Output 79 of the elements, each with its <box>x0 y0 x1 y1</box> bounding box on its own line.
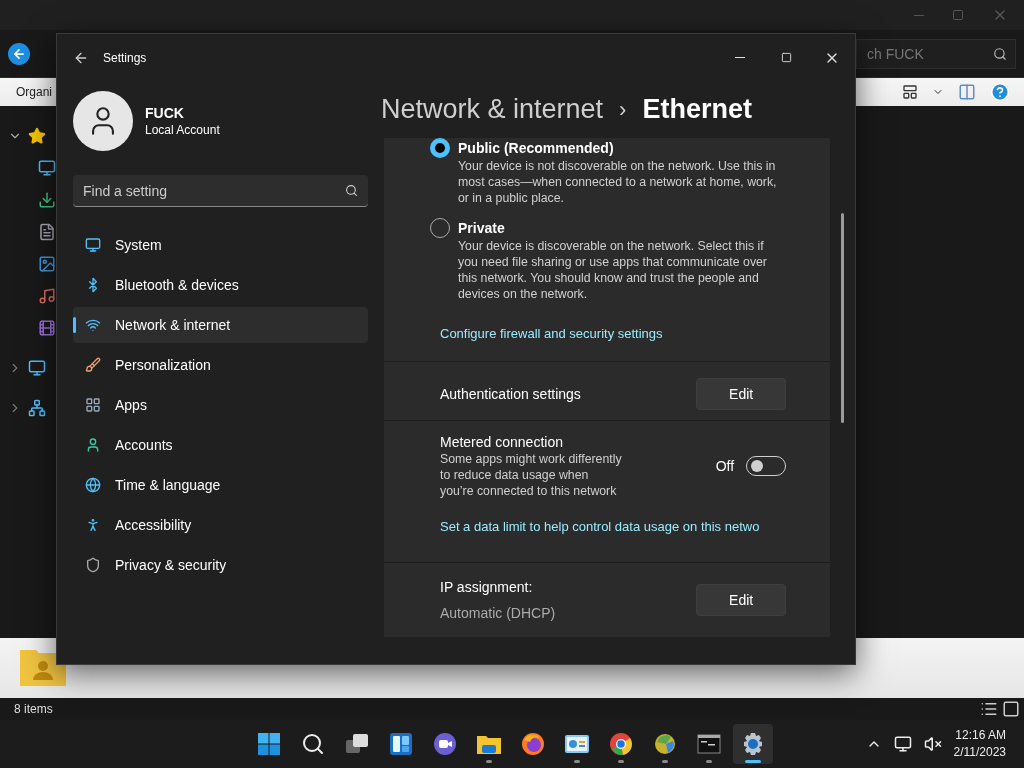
grid-icon <box>85 397 101 413</box>
taskbar-button[interactable] <box>733 724 773 764</box>
arrow-left-icon <box>12 46 26 61</box>
search-icon <box>301 732 325 756</box>
film-icon <box>38 319 56 337</box>
maximize-icon <box>780 52 792 63</box>
ball-icon <box>653 732 677 756</box>
back-button[interactable] <box>8 42 30 65</box>
radio-button[interactable] <box>430 138 450 158</box>
user-name: FUCK <box>145 105 185 121</box>
option-label: Private <box>458 219 506 238</box>
monitor-icon <box>28 359 46 377</box>
pane-icon[interactable] <box>958 83 976 101</box>
item-count: 8 items <box>14 702 53 716</box>
window-title: Settings <box>103 50 147 65</box>
user-folder-icon[interactable] <box>20 648 66 686</box>
nav-item[interactable]: Accounts <box>73 427 368 463</box>
help-icon[interactable] <box>990 82 1010 102</box>
option-description: Your device is discoverable on the network. Select this if you need file sharing or use apps that communicate over this network. You should know and trust the people and devices on the network. <box>458 238 768 302</box>
document-icon <box>38 223 56 241</box>
breadcrumb-separator: › <box>619 96 627 123</box>
person-icon <box>85 437 101 453</box>
setting-label: Authentication settings <box>440 386 581 402</box>
monitor-icon <box>85 237 101 253</box>
edit-button[interactable]: Edit <box>696 378 787 410</box>
option-description: Your device is not discoverable on the network. Use this in most cases—when connected to a network at home, work, or in a public place. <box>458 158 778 206</box>
star-icon <box>28 127 46 145</box>
large-icons-view-icon[interactable] <box>1002 700 1020 718</box>
firefox-icon <box>521 732 545 756</box>
search-field[interactable]: Find a setting <box>73 175 368 207</box>
chat-icon <box>433 732 457 756</box>
image-icon <box>38 255 56 273</box>
chrome-icon <box>609 732 633 756</box>
download-icon <box>38 191 56 209</box>
details-view-icon[interactable] <box>980 700 998 718</box>
view-icon[interactable] <box>902 84 918 100</box>
control-panel-icon <box>564 732 590 756</box>
nav-item[interactable]: Privacy & security <box>73 547 368 583</box>
music-icon <box>38 287 56 305</box>
accessibility-icon <box>85 517 101 533</box>
toggle-state: Off <box>715 458 735 474</box>
terminal-icon <box>697 733 721 755</box>
network-icon <box>28 399 46 417</box>
firewall-link[interactable]: Configure firewall and security settings <box>440 326 787 341</box>
edit-button[interactable]: Edit <box>696 584 787 616</box>
nav-item[interactable]: Personalization <box>73 347 368 383</box>
setting-label: IP assignment: <box>440 579 534 595</box>
muted-speaker-icon[interactable] <box>923 735 942 753</box>
widgets-icon <box>389 732 413 756</box>
organize-menu[interactable]: Organi <box>16 85 53 99</box>
account-type: Local Account <box>145 123 220 137</box>
wifi-icon <box>85 317 101 333</box>
nav-item[interactable]: Network & internet <box>73 307 368 343</box>
nav-item[interactable]: System <box>73 227 368 263</box>
task-view-icon <box>344 732 370 756</box>
nav-item[interactable]: Apps <box>73 387 368 423</box>
breadcrumb-link[interactable]: Network & internet <box>381 94 604 125</box>
setting-description: Some apps might work differently to reduce data usage when you’re connected to this network <box>440 451 623 499</box>
search-icon <box>345 184 358 197</box>
globe-icon <box>85 477 101 493</box>
windows-logo-icon <box>257 732 281 756</box>
data-limit-link[interactable]: Set a data limit to help control data usage on this netwo <box>440 519 787 534</box>
desktop-icon <box>38 159 56 177</box>
setting-value: Automatic (DHCP) <box>440 605 556 621</box>
nav-item[interactable]: Bluetooth & devices <box>73 267 368 303</box>
scrollbar-thumb[interactable] <box>841 213 845 423</box>
minimize-icon <box>735 57 745 58</box>
search-icon <box>993 46 1007 61</box>
page-title: Ethernet <box>642 94 752 125</box>
brush-icon <box>85 357 101 373</box>
gear-icon <box>741 732 765 756</box>
network-icon[interactable] <box>893 735 912 753</box>
nav-item[interactable]: Accessibility <box>73 507 368 543</box>
clock[interactable]: 12:16 AM 2/11/2023 <box>953 727 1006 761</box>
setting-label: Metered connection <box>440 434 563 450</box>
nav-item[interactable]: Time & language <box>73 467 368 503</box>
shield-icon <box>85 557 101 573</box>
option-label: Public (Recommended) <box>458 139 615 158</box>
search-field[interactable]: ch FUCK <box>856 38 1016 69</box>
